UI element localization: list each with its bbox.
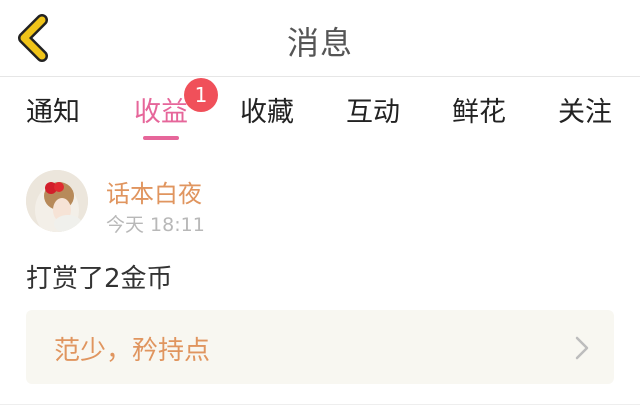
active-tab-indicator: [143, 136, 179, 140]
tab-flowers[interactable]: 鲜花: [452, 90, 506, 134]
tab-earnings[interactable]: 收益 1: [134, 78, 218, 140]
reply-text: 范少，矜持点: [54, 336, 211, 366]
tab-label: 关注: [558, 97, 612, 128]
tab-interactions[interactable]: 互动: [346, 90, 400, 134]
tab-label: 收益: [134, 97, 188, 128]
message-time: 今天 18:11: [106, 214, 205, 236]
tab-notifications[interactable]: 通知: [26, 90, 80, 134]
tab-favorites[interactable]: 收藏: [240, 90, 294, 134]
divider: [0, 404, 640, 405]
message-content: 打赏了2金币: [26, 264, 173, 294]
unread-badge: 1: [184, 78, 218, 112]
sender-name[interactable]: 话本白夜: [106, 174, 202, 209]
chevron-right-icon: [575, 336, 589, 360]
tab-label: 收藏: [240, 97, 294, 128]
reply-card[interactable]: 范少，矜持点: [26, 310, 614, 384]
page-title: 消息: [286, 24, 353, 62]
tab-label: 互动: [346, 97, 400, 128]
header-bar: 消息: [0, 0, 640, 77]
avatar[interactable]: [26, 170, 88, 232]
tab-bar: 通知 收益 1 收藏 互动 鲜花 关注: [0, 78, 640, 140]
avatar-image: [26, 170, 88, 232]
tab-follows[interactable]: 关注: [558, 90, 612, 134]
tab-label: 鲜花: [452, 97, 506, 128]
tab-label: 通知: [26, 97, 80, 128]
